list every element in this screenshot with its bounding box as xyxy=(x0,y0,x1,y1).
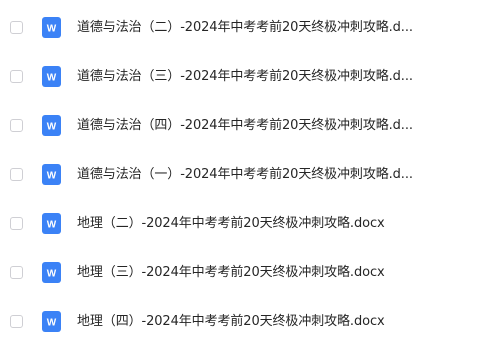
word-doc-icon: W xyxy=(42,164,61,185)
file-row[interactable]: W 地理（四）-2024年中考考前20天终极冲刺攻略.docx xyxy=(0,297,487,346)
row-checkbox[interactable] xyxy=(10,70,23,83)
svg-text:W: W xyxy=(47,171,57,182)
svg-text:W: W xyxy=(47,73,57,84)
file-row[interactable]: W 地理（二）-2024年中考考前20天终极冲刺攻略.docx xyxy=(0,199,487,248)
word-doc-icon: W xyxy=(42,115,61,136)
word-doc-icon: W xyxy=(42,213,61,234)
file-name[interactable]: 道德与法治（一）-2024年中考考前20天终极冲刺攻略.d... xyxy=(77,166,477,184)
svg-text:W: W xyxy=(47,318,57,329)
row-checkbox[interactable] xyxy=(10,168,23,181)
word-doc-icon: W xyxy=(42,262,61,283)
file-row[interactable]: W 地理（三）-2024年中考考前20天终极冲刺攻略.docx xyxy=(0,248,487,297)
svg-text:W: W xyxy=(47,220,57,231)
file-row[interactable]: W 道德与法治（四）-2024年中考考前20天终极冲刺攻略.d... xyxy=(0,101,487,150)
file-name[interactable]: 地理（四）-2024年中考考前20天终极冲刺攻略.docx xyxy=(77,313,477,331)
word-doc-icon: W xyxy=(42,311,61,332)
svg-text:W: W xyxy=(47,122,57,133)
file-row[interactable]: W 道德与法治（三）-2024年中考考前20天终极冲刺攻略.d... xyxy=(0,52,487,101)
svg-text:W: W xyxy=(47,24,57,35)
file-name[interactable]: 地理（二）-2024年中考考前20天终极冲刺攻略.docx xyxy=(77,215,477,233)
word-doc-icon: W xyxy=(42,17,61,38)
row-checkbox[interactable] xyxy=(10,266,23,279)
file-name[interactable]: 地理（三）-2024年中考考前20天终极冲刺攻略.docx xyxy=(77,264,477,282)
file-name[interactable]: 道德与法治（二）-2024年中考考前20天终极冲刺攻略.d... xyxy=(77,19,477,37)
file-row[interactable]: W 道德与法治（二）-2024年中考考前20天终极冲刺攻略.d... xyxy=(0,3,487,52)
file-list: W 道德与法治（二）-2024年中考考前20天终极冲刺攻略.d... W 道德与… xyxy=(0,0,487,346)
svg-text:W: W xyxy=(47,269,57,280)
row-checkbox[interactable] xyxy=(10,119,23,132)
file-row[interactable]: W 道德与法治（一）-2024年中考考前20天终极冲刺攻略.d... xyxy=(0,150,487,199)
row-checkbox[interactable] xyxy=(10,315,23,328)
file-name[interactable]: 道德与法治（三）-2024年中考考前20天终极冲刺攻略.d... xyxy=(77,68,477,86)
row-checkbox[interactable] xyxy=(10,21,23,34)
row-checkbox[interactable] xyxy=(10,217,23,230)
file-name[interactable]: 道德与法治（四）-2024年中考考前20天终极冲刺攻略.d... xyxy=(77,117,477,135)
word-doc-icon: W xyxy=(42,66,61,87)
